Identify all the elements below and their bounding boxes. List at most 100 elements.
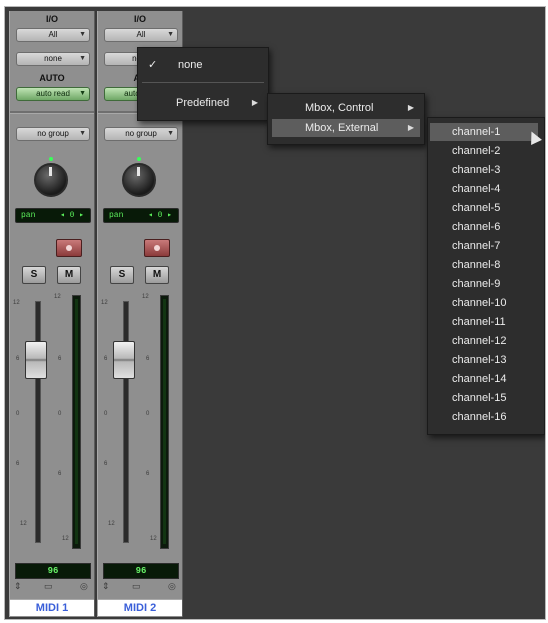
group-value: no group: [125, 129, 157, 138]
meter-scale-label: 12: [54, 294, 61, 300]
input-value: All: [136, 30, 146, 39]
pan-value: ◂ 0 ▸: [147, 211, 172, 220]
menu-item-channel[interactable]: channel-16: [452, 408, 506, 426]
menu-item-channel[interactable]: channel-1: [430, 123, 538, 141]
menu-item-channel[interactable]: channel-3: [452, 161, 500, 179]
menu-item-channel[interactable]: channel-5: [452, 199, 500, 217]
menu-item-channel[interactable]: channel-8: [452, 256, 500, 274]
fader-scale-label: 12: [20, 521, 27, 527]
output-menu: ✓ none Predefined ▶: [137, 47, 269, 121]
group-selector[interactable]: no group ▼: [16, 127, 90, 141]
fader-scale-label: 0: [16, 411, 20, 417]
pan-knob[interactable]: [122, 157, 156, 197]
pan-knob[interactable]: [34, 157, 68, 197]
mute-button[interactable]: M: [145, 266, 169, 284]
volume-display[interactable]: 96: [103, 563, 179, 579]
strip-footer-icons: ⇕ ▭ ◎: [14, 581, 90, 595]
track-type-icon[interactable]: ◎: [80, 581, 88, 592]
volume-display[interactable]: 96: [15, 563, 91, 579]
track-type-icon[interactable]: ◎: [168, 581, 176, 592]
fader-scale-label: 6: [16, 461, 20, 467]
pan-display[interactable]: pan ◂ 0 ▸: [103, 208, 179, 223]
channels-submenu: channel-1 channel-2 channel-3 channel-4 …: [427, 117, 545, 435]
submenu-arrow-icon: ▶: [407, 123, 414, 132]
menu-item-channel[interactable]: channel-7: [452, 237, 500, 255]
pan-label: pan: [21, 211, 36, 220]
predefined-submenu: Mbox, Control ▶ Mbox, External ▶: [267, 93, 425, 145]
pan-led-icon: [49, 157, 53, 161]
track-name[interactable]: MIDI 2: [98, 599, 182, 616]
sort-arrows-icon[interactable]: ⇕: [14, 581, 22, 592]
menu-item-channel[interactable]: channel-6: [452, 218, 500, 236]
volume-fader[interactable]: [113, 341, 135, 379]
solo-button[interactable]: S: [110, 266, 134, 284]
level-meter: [160, 295, 169, 549]
menu-item-channel[interactable]: channel-12: [452, 332, 506, 350]
knob-indicator-icon: [137, 167, 140, 176]
meter-scale-label: 12: [62, 536, 69, 542]
fader-scale-label: 12: [108, 521, 115, 527]
group-selector[interactable]: no group ▼: [104, 127, 178, 141]
fader-scale-label: 6: [104, 461, 108, 467]
level-meter: [72, 295, 81, 549]
pan-display[interactable]: pan ◂ 0 ▸: [15, 208, 91, 223]
menu-item-mbox-control[interactable]: Mbox, Control ▶: [272, 99, 420, 117]
volume-fader[interactable]: [25, 341, 47, 379]
output-selector[interactable]: none ▼: [16, 52, 90, 66]
automation-mode-selector[interactable]: auto read ▼: [16, 87, 90, 101]
meter-scale-label: 0: [146, 411, 150, 417]
menu-item-channel[interactable]: channel-4: [452, 180, 500, 198]
menu-separator: [142, 82, 264, 83]
submenu-arrow-icon: ▶: [251, 98, 258, 107]
io-label: I/O: [133, 14, 146, 24]
divider: [10, 111, 94, 114]
mute-button[interactable]: M: [57, 266, 81, 284]
menu-item-label: Predefined: [176, 97, 230, 109]
dropdown-arrow-icon: ▼: [79, 55, 86, 62]
pan-number: 0: [157, 211, 163, 220]
menu-item-none[interactable]: none: [178, 56, 263, 74]
solo-button[interactable]: S: [22, 266, 46, 284]
pan-label: pan: [109, 211, 124, 220]
menu-checkmark-icon: ✓: [148, 59, 158, 71]
dropdown-arrow-icon: ▼: [79, 130, 86, 137]
record-enable-button[interactable]: [144, 239, 170, 257]
track-name[interactable]: MIDI 1: [10, 599, 94, 616]
fader-track: [123, 301, 129, 543]
menu-item-mbox-external[interactable]: Mbox, External ▶: [272, 119, 420, 137]
meter-scale-label: 0: [58, 411, 62, 417]
meter-scale-label: 6: [58, 356, 62, 362]
fader-track: [35, 301, 41, 543]
pan-led-icon: [137, 157, 141, 161]
menu-item-predefined[interactable]: Predefined ▶: [142, 94, 264, 112]
menu-item-channel[interactable]: channel-2: [452, 142, 500, 160]
dropdown-arrow-icon: ▼: [79, 31, 86, 38]
menu-item-channel[interactable]: channel-9: [452, 275, 500, 293]
knob-indicator-icon: [49, 167, 52, 176]
mix-window: I/O All ▼ none ▼ AUTO auto read ▼ no group ▼…: [4, 6, 546, 620]
menu-item-channel[interactable]: channel-11: [452, 313, 506, 331]
menu-item-channel[interactable]: channel-14: [452, 370, 506, 388]
meter-scale-label: 6: [58, 471, 62, 477]
menu-item-channel[interactable]: channel-13: [452, 351, 506, 369]
menu-item-label: Mbox, Control: [305, 102, 374, 114]
dropdown-arrow-icon: ▼: [79, 90, 86, 97]
folder-icon[interactable]: ▭: [132, 581, 141, 592]
fader-scale-label: 6: [104, 356, 108, 362]
dropdown-arrow-icon: ▼: [167, 130, 174, 137]
auto-label: AUTO: [39, 73, 65, 83]
meter-scale-label: 6: [146, 471, 150, 477]
meter-scale-label: 12: [150, 536, 157, 542]
input-selector[interactable]: All ▼: [104, 28, 178, 42]
menu-item-channel[interactable]: channel-10: [452, 294, 506, 312]
strip-footer-icons: ⇕ ▭ ◎: [102, 581, 178, 595]
folder-icon[interactable]: ▭: [44, 581, 53, 592]
record-enable-button[interactable]: [56, 239, 82, 257]
channel-strip-1: I/O All ▼ none ▼ AUTO auto read ▼ no group ▼…: [9, 11, 95, 617]
menu-item-channel[interactable]: channel-15: [452, 389, 506, 407]
meter-scale-label: 12: [142, 294, 149, 300]
meter-scale-label: 6: [146, 356, 150, 362]
sort-arrows-icon[interactable]: ⇕: [102, 581, 110, 592]
input-selector[interactable]: All ▼: [16, 28, 90, 42]
fader-scale-label: 6: [16, 356, 20, 362]
